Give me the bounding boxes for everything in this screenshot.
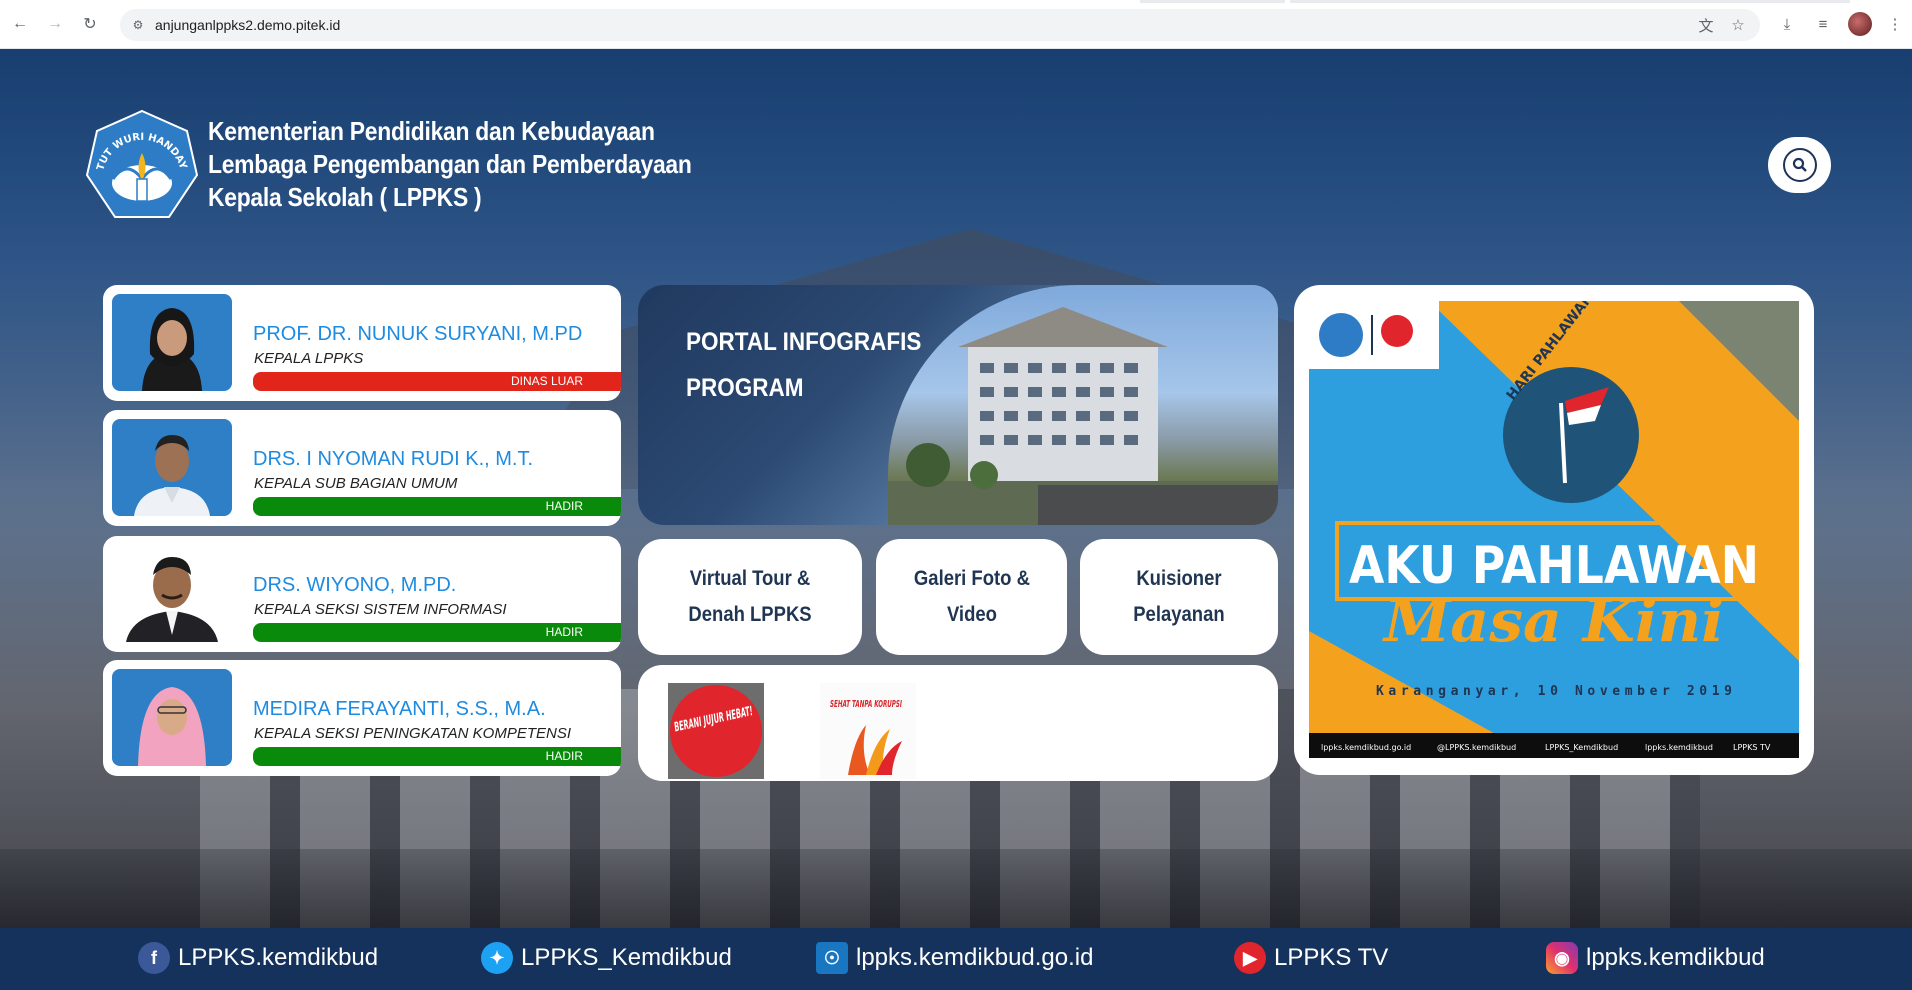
staff-card[interactable]: DRS. I NYOMAN RUDI K., M.T. KEPALA SUB B… bbox=[103, 410, 621, 526]
staff-name: MEDIRA FERAYANTI, S.S., M.A. bbox=[253, 698, 546, 720]
facebook-icon: f bbox=[138, 942, 170, 974]
staff-role: KEPALA SEKSI PENINGKATAN KOMPETENSI bbox=[254, 725, 572, 742]
back-arrow-icon[interactable]: ← bbox=[8, 12, 32, 36]
questionnaire-button[interactable]: Kuisioner Pelayanan bbox=[1080, 539, 1278, 655]
instagram-link[interactable]: ◉ lppks.kemdikbud bbox=[1546, 942, 1765, 974]
staff-role: KEPALA SEKSI SISTEM INFORMASI bbox=[254, 601, 507, 618]
staff-status-badge: HADIR bbox=[253, 497, 621, 516]
reload-icon[interactable]: ↻ bbox=[78, 12, 102, 36]
poster-footer-web: lppks.kemdikbud.go.id bbox=[1321, 743, 1411, 752]
portal-infografis-card[interactable]: PORTAL INFOGRAFIS PROGRAM bbox=[638, 285, 1278, 525]
poster-footer-tw: LPPKS_Kemdikbud bbox=[1545, 743, 1618, 752]
menu-label-line-1: Kuisioner bbox=[1136, 567, 1222, 590]
site-info-icon[interactable]: ⚙ bbox=[130, 17, 146, 33]
address-bar[interactable]: ⚙ anjunganlppks2.demo.pitek.id 文 ☆ bbox=[120, 9, 1760, 41]
staff-name: PROF. DR. NUNUK SURYANI, M.PD bbox=[253, 323, 583, 345]
portal-title-line-1: PORTAL INFOGRAFIS bbox=[686, 328, 922, 356]
globe-icon: ☉ bbox=[816, 942, 848, 974]
menu-label-line-1: Galeri Foto & bbox=[913, 567, 1030, 590]
instagram-icon: ◉ bbox=[1546, 942, 1578, 974]
poster-footer-fb: @LPPKS.kemdikbud bbox=[1437, 743, 1516, 752]
staff-name: DRS. WIYONO, M.PD. bbox=[253, 574, 457, 596]
title-line-3: Kepala Sekolah ( LPPKS ) bbox=[208, 182, 482, 212]
media-control-icon[interactable]: ≡ bbox=[1812, 13, 1834, 35]
search-icon bbox=[1782, 148, 1817, 182]
twitter-label: LPPKS_Kemdikbud bbox=[521, 944, 732, 971]
portal-title: PORTAL INFOGRAFIS PROGRAM bbox=[686, 319, 921, 411]
address-url[interactable]: anjunganlppks2.demo.pitek.id bbox=[155, 17, 340, 33]
bookmark-star-icon[interactable]: ☆ bbox=[1728, 15, 1748, 35]
poster-card[interactable]: HARI PAHLAWAN 2019 AKU PAHLAWAN Masa Kin… bbox=[1294, 285, 1814, 775]
staff-role: KEPALA LPPKS bbox=[254, 350, 364, 367]
campaign-panel: BERANI JUJUR HEBAT! SEHAT TANPA KORUPSI bbox=[638, 665, 1278, 781]
staff-card[interactable]: PROF. DR. NUNUK SURYANI, M.PD KEPALA LPP… bbox=[103, 285, 621, 401]
menu-label-line-2: Denah LPPKS bbox=[688, 603, 812, 626]
poster-footer-yt: LPPKS TV bbox=[1733, 743, 1771, 752]
youtube-label: LPPKS TV bbox=[1274, 944, 1389, 971]
forward-arrow-icon[interactable]: → bbox=[43, 12, 67, 36]
berani-jujur-hebat-badge[interactable]: BERANI JUJUR HEBAT! bbox=[668, 683, 764, 779]
menu-kebab-icon[interactable]: ⋮ bbox=[1884, 13, 1906, 35]
website-link[interactable]: ☉ lppks.kemdikbud.go.id bbox=[816, 942, 1093, 974]
facebook-link[interactable]: f LPPKS.kemdikbud bbox=[138, 942, 378, 974]
staff-status-badge: DINAS LUAR bbox=[253, 372, 621, 391]
tut-wuri-handayani-logo: TUT WURI HANDAYANI bbox=[83, 109, 199, 218]
browser-toolbar: ← → ↻ ⚙ anjunganlppks2.demo.pitek.id 文 ☆… bbox=[0, 0, 1912, 49]
gallery-button[interactable]: Galeri Foto & Video bbox=[876, 539, 1067, 655]
tab-strip-edge bbox=[1290, 0, 1850, 3]
background-ground bbox=[0, 849, 1912, 928]
facebook-label: LPPKS.kemdikbud bbox=[178, 944, 379, 971]
instagram-label: lppks.kemdikbud bbox=[1586, 944, 1765, 971]
portal-title-line-2: PROGRAM bbox=[686, 374, 804, 402]
staff-photo-avatar bbox=[112, 545, 232, 642]
poster-script: Masa Kini bbox=[1382, 587, 1724, 655]
staff-photo-avatar bbox=[112, 669, 232, 766]
website-label: lppks.kemdikbud.go.id bbox=[856, 944, 1094, 971]
poster-place-date: Karanganyar, 10 November 2019 bbox=[1376, 684, 1732, 699]
search-button[interactable] bbox=[1768, 137, 1831, 193]
virtual-tour-button[interactable]: Virtual Tour & Denah LPPKS bbox=[638, 539, 862, 655]
badge-text: SEHAT TANPA KORUPSI bbox=[830, 699, 902, 710]
youtube-link[interactable]: ▶ LPPKS TV bbox=[1234, 942, 1388, 974]
kiosk-page: TUT WURI HANDAYANI Kementerian Pendidika… bbox=[0, 49, 1912, 928]
poster-footer-ig: lppks.kemdikbud bbox=[1645, 743, 1713, 752]
social-footer: f LPPKS.kemdikbud ✦ LPPKS_Kemdikbud ☉ lp… bbox=[0, 928, 1912, 990]
staff-role: KEPALA SUB BAGIAN UMUM bbox=[254, 475, 458, 492]
youtube-icon: ▶ bbox=[1234, 942, 1266, 974]
staff-status-badge: HADIR bbox=[253, 623, 621, 642]
menu-label-line-1: Virtual Tour & bbox=[689, 567, 811, 590]
download-icon[interactable]: ⤓ bbox=[1776, 13, 1798, 35]
hari-pahlawan-poster: HARI PAHLAWAN 2019 AKU PAHLAWAN Masa Kin… bbox=[1309, 301, 1799, 758]
profile-avatar[interactable] bbox=[1848, 12, 1872, 36]
building-photo bbox=[888, 285, 1278, 525]
staff-status-badge: HADIR bbox=[253, 747, 621, 766]
menu-label-line-2: Video bbox=[946, 603, 997, 626]
menu-label-line-2: Pelayanan bbox=[1133, 603, 1225, 626]
staff-photo-avatar bbox=[112, 419, 232, 516]
staff-card[interactable]: MEDIRA FERAYANTI, S.S., M.A. KEPALA SEKS… bbox=[103, 660, 621, 776]
staff-name: DRS. I NYOMAN RUDI K., M.T. bbox=[253, 448, 534, 470]
sehat-tanpa-korupsi-badge[interactable]: SEHAT TANPA KORUPSI bbox=[820, 683, 916, 779]
title-line-1: Kementerian Pendidikan dan Kebudayaan bbox=[208, 116, 655, 146]
tab-strip-edge bbox=[1140, 0, 1285, 3]
institution-title: Kementerian Pendidikan dan Kebudayaan Le… bbox=[208, 115, 692, 214]
title-line-2: Lembaga Pengembangan dan Pemberdayaan bbox=[208, 149, 692, 179]
staff-card[interactable]: DRS. WIYONO, M.PD. KEPALA SEKSI SISTEM I… bbox=[103, 536, 621, 652]
twitter-icon: ✦ bbox=[481, 942, 513, 974]
staff-photo-avatar bbox=[112, 294, 232, 391]
translate-icon[interactable]: 文 bbox=[1696, 15, 1716, 35]
twitter-link[interactable]: ✦ LPPKS_Kemdikbud bbox=[481, 942, 732, 974]
